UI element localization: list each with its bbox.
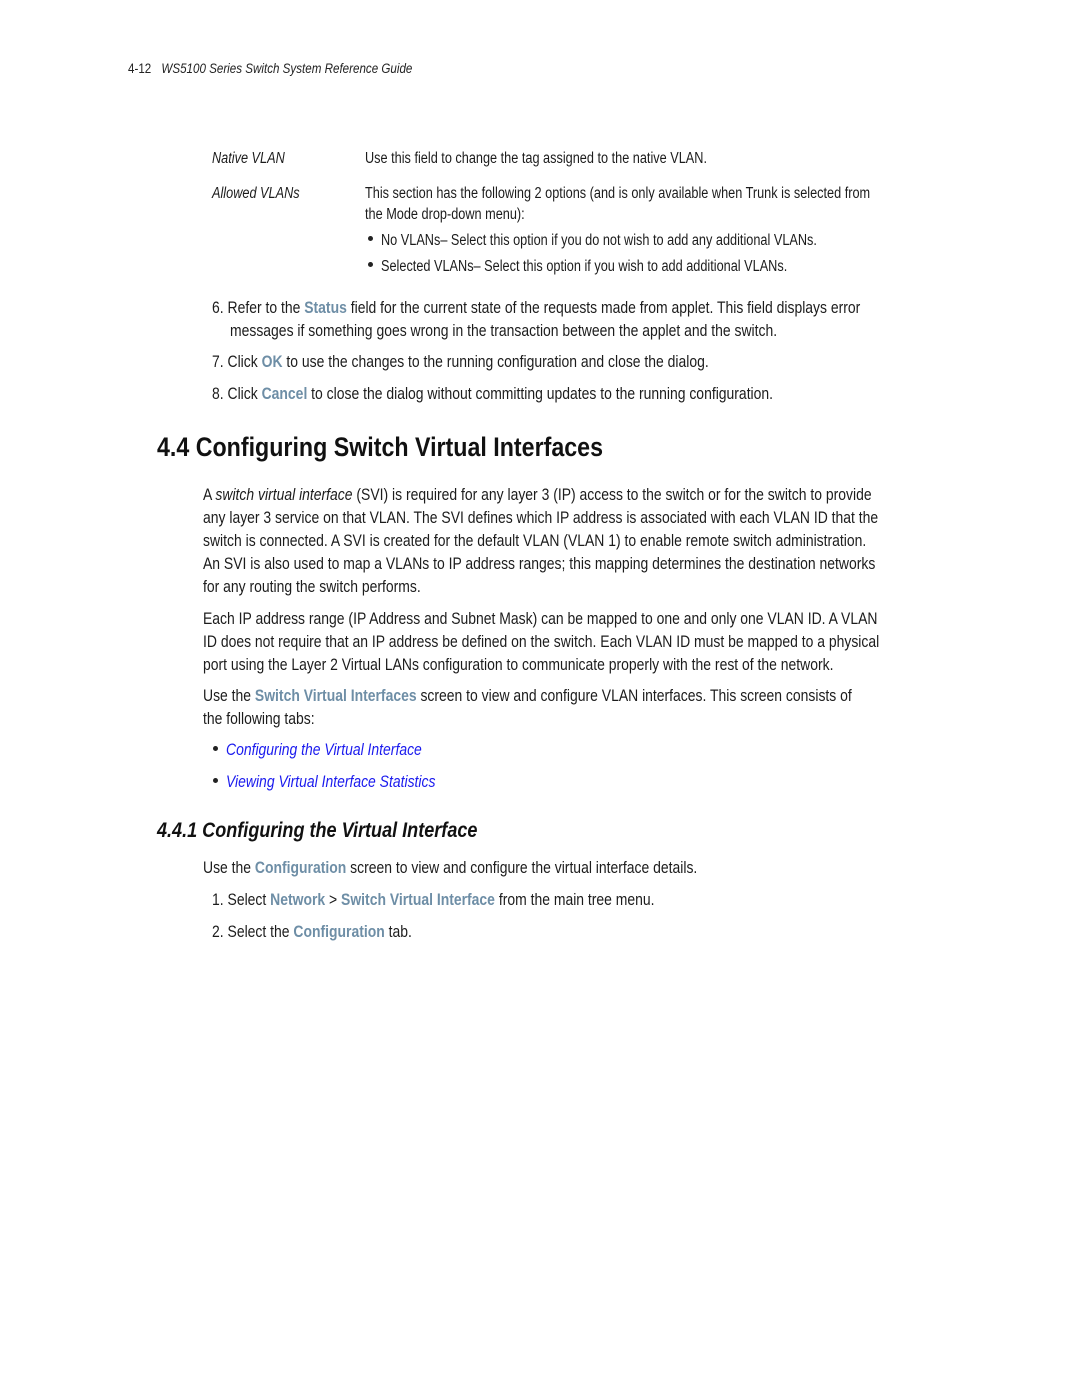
- step-6-line2: messages if something goes wrong in the …: [230, 321, 778, 340]
- paragraph-ip-range-line: Each IP address range (IP Address and Su…: [203, 609, 878, 628]
- field-term-allowed-vlans: Allowed VLANs: [212, 185, 300, 202]
- paragraph-svi-screen-line2: the following tabs:: [203, 709, 315, 728]
- bullet-icon: [368, 236, 373, 242]
- keyword-ok: OK: [261, 352, 283, 371]
- keyword-configuration: Configuration: [254, 858, 347, 877]
- keyword-switch-virtual-interfaces: Switch Virtual Interfaces: [254, 686, 417, 705]
- term-svi: switch virtual interface: [215, 485, 353, 504]
- step-1: 1. Select Network > Switch Virtual Inter…: [212, 890, 655, 909]
- field-term-native-vlan: Native VLAN: [212, 150, 285, 167]
- section-heading-4-4-1: 4.4.1 Configuring the Virtual Interface: [157, 819, 478, 842]
- paragraph-ip-range-line: ID does not require that an IP address b…: [203, 632, 880, 651]
- field-desc-allowed-vlans-line2: the Mode drop-down menu):: [365, 206, 525, 223]
- field-desc-allowed-vlans-line1: This section has the following 2 options…: [365, 185, 871, 202]
- bullet-icon: [213, 746, 218, 752]
- tab-link-item: Configuring the Virtual Interface: [213, 738, 465, 761]
- configuration-intro: Use the Configuration screen to view and…: [203, 858, 698, 877]
- keyword-network: Network: [270, 890, 326, 909]
- step-6: 6. Refer to the Status field for the cur…: [212, 298, 861, 317]
- tab-link-item: Viewing Virtual Interface Statistics: [213, 770, 481, 793]
- paragraph-svi-line: A switch virtual interface (SVI) is requ…: [203, 485, 872, 504]
- bullet-icon: [213, 778, 218, 784]
- page-number: 4-12: [128, 61, 152, 76]
- paragraph-svi-line: An SVI is also used to map a VLANs to IP…: [203, 554, 876, 573]
- paragraph-svi-line: switch is connected. A SVI is created fo…: [203, 531, 867, 550]
- link-configuring-virtual-interface[interactable]: Configuring the Virtual Interface: [226, 740, 422, 759]
- paragraph-svi-line: any layer 3 service on that VLAN. The SV…: [203, 508, 879, 527]
- allowed-vlans-bullet: Selected VLANs– Select this option if yo…: [368, 256, 876, 277]
- keyword-cancel: Cancel: [261, 384, 308, 403]
- step-7: 7. Click OK to use the changes to the ru…: [212, 352, 709, 371]
- guide-title: WS5100 Series Switch System Reference Gu…: [161, 61, 413, 76]
- paragraph-ip-range-line: port using the Layer 2 Virtual LANs conf…: [203, 655, 834, 674]
- keyword-configuration-tab: Configuration: [293, 922, 385, 941]
- link-viewing-virtual-interface-statistics[interactable]: Viewing Virtual Interface Statistics: [226, 772, 435, 791]
- paragraph-svi-screen: Use the Switch Virtual Interfaces screen…: [203, 686, 852, 705]
- allowed-vlans-bullet: No VLANs– Select this option if you do n…: [368, 230, 913, 251]
- keyword-switch-virtual-interface: Switch Virtual Interface: [341, 890, 495, 909]
- step-2: 2. Select the Configuration tab.: [212, 922, 412, 941]
- keyword-status: Status: [304, 298, 347, 317]
- section-heading-4-4: 4.4 Configuring Switch Virtual Interface…: [157, 432, 604, 462]
- step-8: 8. Click Cancel to close the dialog with…: [212, 384, 774, 403]
- bullet-icon: [368, 262, 373, 268]
- field-desc-native-vlan: Use this field to change the tag assigne…: [365, 150, 707, 167]
- paragraph-svi-line: for any routing the switch performs.: [203, 577, 421, 596]
- running-header: 4-12 WS5100 Series Switch System Referen…: [128, 61, 459, 76]
